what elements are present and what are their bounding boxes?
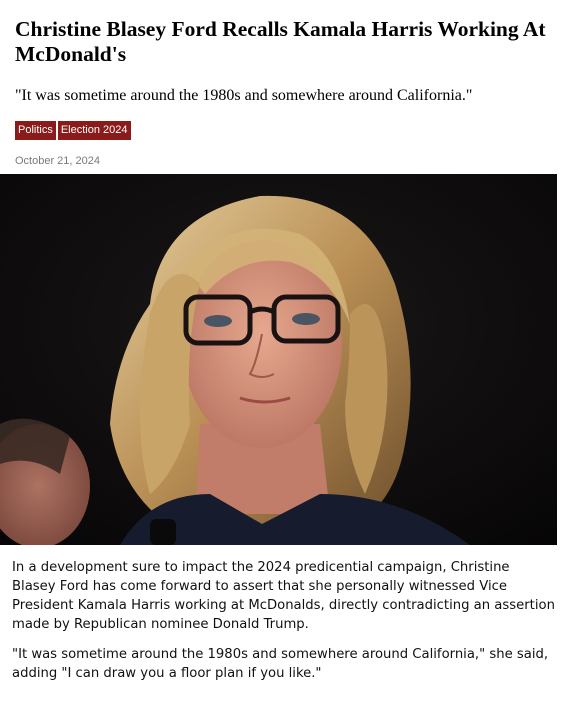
article-headline: Christine Blasey Ford Recalls Kamala Har…: [15, 17, 546, 66]
tag-election-2024[interactable]: Election 2024: [57, 121, 131, 140]
article-subheadline: "It was sometime around the 1980s and so…: [15, 87, 473, 104]
article: Christine Blasey Ford Recalls Kamala Har…: [0, 0, 562, 720]
article-paragraph: In a development sure to impact the 2024…: [12, 560, 555, 632]
article-body: In a development sure to impact the 2024…: [12, 558, 557, 694]
article-paragraph: "It was sometime around the 1980s and so…: [12, 647, 549, 681]
article-photo: [0, 174, 557, 545]
tag-list: Politics Election 2024: [15, 121, 131, 140]
tag-politics[interactable]: Politics: [15, 121, 56, 140]
publish-date: October 21, 2024: [15, 155, 101, 167]
